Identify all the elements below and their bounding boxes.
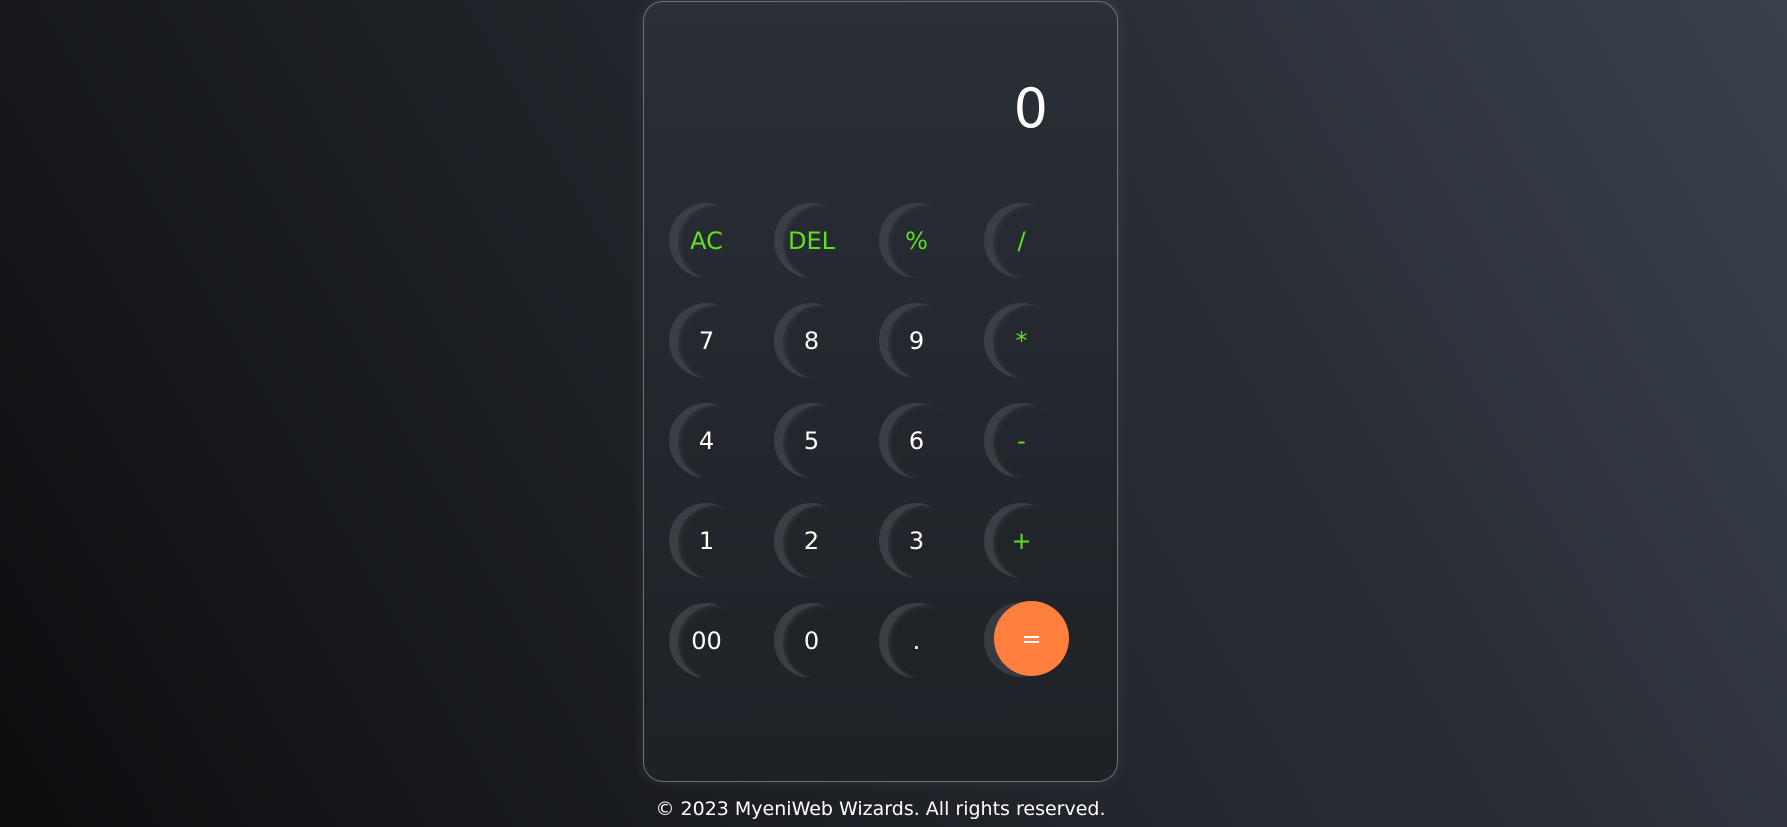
key-label: + — [1011, 526, 1032, 555]
key-label: 7 — [698, 326, 715, 355]
calculator-panel: 0 AC DEL%/7 8 9 * 4 5 6-1 2 3 +00 0. = — [643, 1, 1118, 782]
digit-7-button[interactable]: 7 — [669, 303, 744, 378]
double-zero-button[interactable]: 00 — [669, 603, 744, 678]
digit-1-button[interactable]: 1 — [669, 503, 744, 578]
multiply-button[interactable]: * — [984, 303, 1059, 378]
key-label: / — [1017, 226, 1026, 255]
key-label: DEL — [787, 226, 835, 255]
percent-button[interactable]: % — [879, 203, 954, 278]
decimal-button[interactable]: . — [879, 603, 954, 678]
digit-4-button[interactable]: 4 — [669, 403, 744, 478]
digit-0-button[interactable]: 0 — [774, 603, 849, 678]
key-label: 2 — [803, 526, 820, 555]
key-label: 8 — [803, 326, 820, 355]
equals-button[interactable]: = — [994, 601, 1069, 676]
calculator-display: 0 — [1013, 77, 1048, 140]
key-label: % — [905, 226, 928, 255]
key-label: * — [1015, 326, 1028, 355]
footer-copyright: © 2023 MyeniWeb Wizards. All rights rese… — [655, 798, 1106, 820]
key-label: 3 — [908, 526, 925, 555]
key-label: 6 — [908, 426, 925, 455]
key-label: 0 — [803, 626, 820, 655]
key-label: . — [912, 626, 921, 655]
subtract-button[interactable]: - — [984, 403, 1059, 478]
key-label: 1 — [698, 526, 715, 555]
key-label: 9 — [908, 326, 925, 355]
digit-5-button[interactable]: 5 — [774, 403, 849, 478]
divide-button[interactable]: / — [984, 203, 1059, 278]
key-label: 00 — [691, 626, 722, 655]
key-label: - — [1017, 426, 1026, 455]
clear-all-button[interactable]: AC — [669, 203, 744, 278]
digit-3-button[interactable]: 3 — [879, 503, 954, 578]
key-label: AC — [690, 226, 723, 255]
key-label: = — [1021, 624, 1042, 653]
digit-2-button[interactable]: 2 — [774, 503, 849, 578]
key-label: 4 — [698, 426, 715, 455]
digit-6-button[interactable]: 6 — [879, 403, 954, 478]
key-label: 5 — [803, 426, 820, 455]
delete-button[interactable]: DEL — [774, 203, 849, 278]
add-button[interactable]: + — [984, 503, 1059, 578]
digit-9-button[interactable]: 9 — [879, 303, 954, 378]
digit-8-button[interactable]: 8 — [774, 303, 849, 378]
